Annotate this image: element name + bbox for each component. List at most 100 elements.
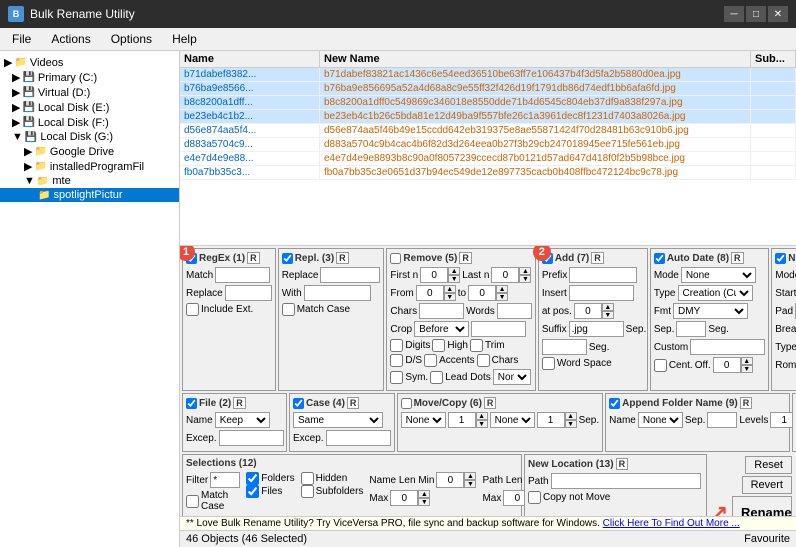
remove-crop-input[interactable] bbox=[471, 321, 526, 337]
remove-accents-check[interactable] bbox=[424, 354, 437, 367]
selections-matchcase-check[interactable] bbox=[186, 495, 199, 508]
table-row[interactable]: e4e7d4e9e88... e4e7d4e9e8893b8c90a0f8057… bbox=[180, 152, 796, 166]
add-wordspace-check[interactable] bbox=[542, 357, 555, 370]
tree-item-google-drive[interactable]: ▶📁Google Drive bbox=[0, 144, 179, 159]
selections-hidden-check[interactable] bbox=[301, 472, 314, 485]
autodate-sep-input[interactable] bbox=[676, 321, 706, 337]
autodate-checkbox[interactable] bbox=[654, 253, 665, 264]
maximize-button[interactable]: □ bbox=[746, 6, 766, 22]
autodate-mode-select[interactable]: None bbox=[681, 267, 756, 283]
file-r-badge[interactable]: R bbox=[233, 397, 246, 409]
menu-file[interactable]: File bbox=[4, 30, 39, 48]
table-row[interactable]: b8c8200a1dff... b8c8200a1dff0c549869c346… bbox=[180, 96, 796, 110]
remove-non-select[interactable]: Non bbox=[493, 369, 531, 385]
movecopy-spin2-up[interactable]: ▲ bbox=[565, 412, 577, 420]
file-name-select[interactable]: KeepRemoveFixedReverse bbox=[215, 412, 270, 428]
remove-ds-check[interactable] bbox=[390, 354, 403, 367]
appendfolder-r-badge[interactable]: R bbox=[740, 397, 753, 409]
menu-options[interactable]: Options bbox=[103, 30, 160, 48]
remove-chars-check[interactable] bbox=[477, 354, 490, 367]
movecopy-checkbox[interactable] bbox=[401, 398, 412, 409]
case-r-badge[interactable]: R bbox=[347, 397, 360, 409]
remove-last-down[interactable]: ▼ bbox=[519, 275, 531, 283]
remove-chars-input[interactable] bbox=[419, 303, 464, 319]
selections-namemax-down[interactable]: ▼ bbox=[418, 498, 430, 506]
remove-first-up[interactable]: ▲ bbox=[448, 267, 460, 275]
remove-from-up[interactable]: ▲ bbox=[444, 285, 456, 293]
table-row[interactable]: be23eb4c1b2... be23eb4c1b26c5bda81e12d49… bbox=[180, 110, 796, 124]
add-suffix-input[interactable] bbox=[569, 321, 624, 337]
newlocation-path-input[interactable] bbox=[551, 473, 701, 489]
autodate-custom-input[interactable] bbox=[690, 339, 765, 355]
movecopy-spin2[interactable] bbox=[537, 412, 565, 428]
remove-r-badge[interactable]: R bbox=[459, 252, 472, 264]
add-prefix-input[interactable] bbox=[569, 267, 637, 283]
selections-namemax-up[interactable]: ▲ bbox=[418, 490, 430, 498]
minimize-button[interactable]: ─ bbox=[724, 6, 744, 22]
add-r-badge[interactable]: R bbox=[591, 252, 604, 264]
reset-button[interactable]: Reset bbox=[745, 456, 792, 474]
add-sep2-input[interactable] bbox=[542, 339, 587, 355]
tree-item-spotlight[interactable]: 📁spotlightPictur bbox=[0, 188, 179, 202]
autodate-off-input[interactable] bbox=[713, 357, 741, 373]
rename-button[interactable]: Rename bbox=[732, 496, 792, 516]
close-button[interactable]: ✕ bbox=[768, 6, 788, 22]
remove-lead-check[interactable] bbox=[430, 371, 443, 384]
autodate-off-up[interactable]: ▲ bbox=[741, 357, 753, 365]
remove-first-down[interactable]: ▼ bbox=[448, 275, 460, 283]
add-atpos-up[interactable]: ▲ bbox=[602, 303, 614, 311]
add-insert-input[interactable] bbox=[569, 285, 634, 301]
remove-last-input[interactable] bbox=[491, 267, 519, 283]
file-checkbox[interactable] bbox=[186, 398, 197, 409]
file-list[interactable]: Name New Name Sub... b71dabef8382... b71… bbox=[180, 51, 796, 246]
appendfolder-sep-input[interactable] bbox=[707, 412, 737, 428]
tree-item-local-g[interactable]: ▼💾Local Disk (G:) bbox=[0, 130, 179, 144]
remove-first-input[interactable] bbox=[420, 267, 448, 283]
tree-panel[interactable]: ▶📁Videos ▶💾Primary (C:) ▶💾Virtual (D:) ▶… bbox=[0, 51, 180, 547]
remove-words-input[interactable] bbox=[497, 303, 532, 319]
newlocation-r-badge[interactable]: R bbox=[616, 458, 629, 470]
tree-item-local-f[interactable]: ▶💾Local Disk (F:) bbox=[0, 115, 179, 130]
selections-namelen-down[interactable]: ▼ bbox=[464, 480, 476, 488]
table-row[interactable]: fb0a7bb35c3... fb0a7bb35c3e0651d37b94ec5… bbox=[180, 166, 796, 180]
repl-with-input[interactable] bbox=[304, 285, 371, 301]
movecopy-r-badge[interactable]: R bbox=[484, 397, 497, 409]
selections-namelen-input[interactable] bbox=[436, 472, 464, 488]
movecopy-select2[interactable]: None bbox=[490, 412, 535, 428]
remove-to-input[interactable] bbox=[468, 285, 496, 301]
remove-to-up[interactable]: ▲ bbox=[496, 285, 508, 293]
remove-high-check[interactable] bbox=[432, 339, 445, 352]
tree-item-videos[interactable]: ▶📁Videos bbox=[0, 55, 179, 70]
remove-to-down[interactable]: ▼ bbox=[496, 293, 508, 301]
tree-item-primary-c[interactable]: ▶💾Primary (C:) bbox=[0, 70, 179, 85]
selections-namelen-up[interactable]: ▲ bbox=[464, 472, 476, 480]
remove-sym-check[interactable] bbox=[390, 371, 403, 384]
remove-from-down[interactable]: ▼ bbox=[444, 293, 456, 301]
appendfolder-name-select[interactable]: None bbox=[638, 412, 683, 428]
numbering-checkbox[interactable] bbox=[775, 253, 786, 264]
autodate-fmt-select[interactable]: DMY bbox=[673, 303, 748, 319]
case-excep-input[interactable] bbox=[326, 430, 391, 446]
regex-match-input[interactable] bbox=[215, 267, 270, 283]
movecopy-spin1[interactable] bbox=[448, 412, 476, 428]
remove-from-input[interactable] bbox=[416, 285, 444, 301]
tree-item-mte[interactable]: ▼📁mte bbox=[0, 174, 179, 188]
selections-subfolders-check[interactable] bbox=[301, 485, 314, 498]
revert-button[interactable]: Revert bbox=[742, 476, 792, 494]
autodate-cent-check[interactable] bbox=[654, 359, 667, 372]
movecopy-spin1-down[interactable]: ▼ bbox=[476, 420, 488, 428]
tree-item-local-e[interactable]: ▶💾Local Disk (E:) bbox=[0, 100, 179, 115]
repl-r-badge[interactable]: R bbox=[336, 252, 349, 264]
case-select[interactable]: SameUpperLowerTitleSentence bbox=[293, 412, 383, 428]
appendfolder-checkbox[interactable] bbox=[609, 398, 620, 409]
movecopy-spin2-down[interactable]: ▼ bbox=[565, 420, 577, 428]
tree-item-installed[interactable]: ▶📁installedProgramFil bbox=[0, 159, 179, 174]
remove-digits-check[interactable] bbox=[390, 339, 403, 352]
selections-files-check[interactable] bbox=[246, 485, 259, 498]
remove-trim-check[interactable] bbox=[470, 339, 483, 352]
regex-include-ext-check[interactable] bbox=[186, 303, 199, 316]
repl-replace-input[interactable] bbox=[320, 267, 380, 283]
autodate-r-badge[interactable]: R bbox=[731, 252, 744, 264]
movecopy-spin1-up[interactable]: ▲ bbox=[476, 412, 488, 420]
autodate-off-down[interactable]: ▼ bbox=[741, 365, 753, 373]
